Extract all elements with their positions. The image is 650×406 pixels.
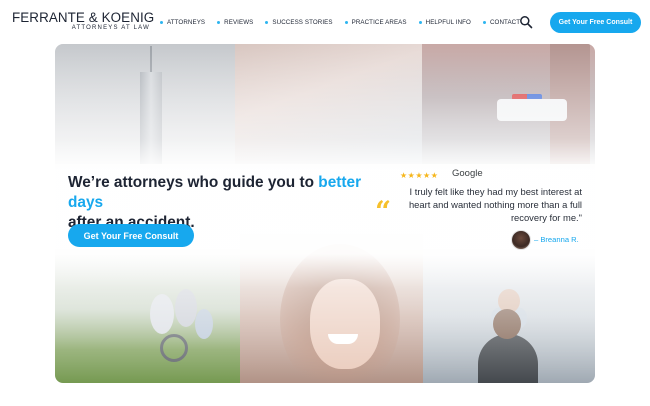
nav-bullet — [160, 20, 163, 24]
search-icon[interactable] — [519, 15, 533, 29]
headline-text: We’re — [68, 174, 114, 191]
nav-item-label: SUCCESS STORIES — [272, 18, 333, 26]
nav-bullet — [344, 20, 348, 24]
star-icon: ★ — [423, 171, 431, 180]
main-nav: ATTORNEYS REVIEWS SUCCESS STORIES PRACTI… — [160, 0, 532, 44]
nav-bullet — [217, 20, 221, 24]
star-rating: ★ ★ ★ ★ ★ — [400, 171, 438, 180]
nav-item-label: CONTACT — [489, 18, 521, 26]
reviewer-avatar — [511, 230, 531, 250]
nav-item-label: ATTORNEYS — [167, 18, 206, 26]
nav-item-contact[interactable]: CONTACT — [482, 18, 521, 26]
nav-bullet — [418, 20, 422, 24]
hero-section: We’re attorneys who guide you to better … — [55, 44, 595, 383]
star-icon: ★ — [430, 171, 438, 180]
nav-bullet — [482, 20, 486, 24]
nav-item-practice-areas[interactable]: PRACTICE AREAS — [344, 18, 407, 26]
google-logo: Google — [452, 168, 483, 179]
headline-emphasis: attorneys — [113, 174, 184, 191]
star-icon: ★ — [400, 171, 408, 180]
nav-item-label: REVIEWS — [224, 18, 254, 26]
nav-bullet — [265, 20, 269, 24]
nav-item-attorneys[interactable]: ATTORNEYS — [160, 19, 205, 26]
site-logo[interactable]: FERRANTE & KOENIG ATTORNEYS AT LAW — [12, 10, 154, 36]
nav-item-label: PRACTICE AREAS — [351, 18, 407, 26]
nav-item-reviews[interactable]: REVIEWS — [217, 19, 253, 26]
quote-icon: “ — [375, 195, 392, 228]
nav-item-helpful-info[interactable]: HELPFUL INFO — [418, 18, 471, 26]
hero-consult-button[interactable]: Get Your Free Consult — [68, 224, 194, 247]
reviewer-name: – Breanna R. — [534, 235, 579, 244]
star-icon: ★ — [407, 171, 415, 180]
review-text: I truly felt like they had my best inter… — [408, 186, 582, 223]
header-consult-button[interactable]: Get Your Free Consult — [550, 12, 641, 33]
nav-item-success-stories[interactable]: SUCCESS STORIES — [265, 19, 332, 26]
star-icon: ★ — [415, 171, 423, 180]
site-header: FERRANTE & KOENIG ATTORNEYS AT LAW ATTOR… — [0, 0, 650, 44]
headline-text: who guide you to — [183, 174, 319, 191]
logo-subtitle: ATTORNEYS AT LAW — [71, 25, 150, 31]
nav-item-label: HELPFUL INFO — [425, 18, 471, 26]
logo-name: FERRANTE & KOENIG — [12, 10, 155, 25]
